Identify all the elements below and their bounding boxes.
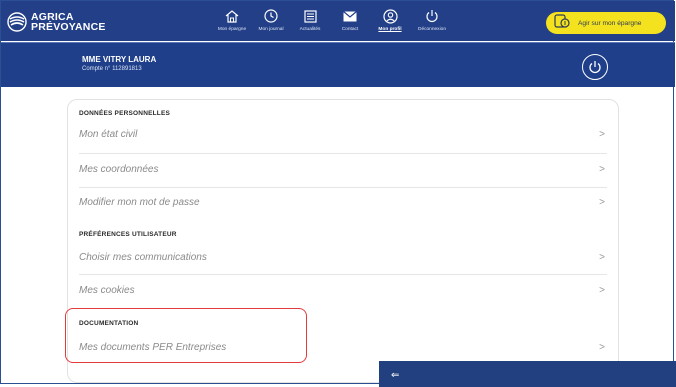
chevron-right-icon: >	[599, 164, 605, 175]
app-frame: AGRICA PRÉVOYANCE Mon épargne Mon journa…	[0, 0, 676, 387]
brand-line-2: PRÉVOYANCE	[31, 21, 106, 33]
cta-label: Agir sur mon épargne	[578, 19, 642, 27]
menu-item-label: Mes coordonnées	[79, 164, 159, 175]
menu-item-label: Mon état civil	[79, 129, 138, 140]
top-navigation-bar: AGRICA PRÉVOYANCE Mon épargne Mon journa…	[1, 1, 675, 41]
agir-sur-mon-epargne-button[interactable]: Agir sur mon épargne	[546, 12, 666, 34]
chevron-right-icon: >	[599, 197, 605, 208]
menu-item-mes-coordonnees[interactable]: Mes coordonnées >	[79, 164, 607, 186]
menu-item-mon-etat-civil[interactable]: Mon état civil >	[79, 129, 607, 151]
section-title-donnees-personnelles: DONNÉES PERSONNELLES	[79, 110, 171, 117]
logout-button[interactable]	[582, 54, 608, 80]
brand-emblem-icon	[7, 12, 27, 32]
menu-item-mes-cookies[interactable]: Mes cookies >	[79, 285, 607, 307]
menu-item-label: Modifier mon mot de passe	[79, 197, 200, 208]
power-icon	[407, 8, 457, 24]
row-separator	[79, 187, 607, 188]
arrow-left-icon[interactable]: ⇐	[391, 370, 399, 381]
user-name: MME VITRY LAURA	[82, 55, 157, 64]
nav-label: Déconnexion	[417, 27, 446, 32]
chevron-right-icon: >	[599, 342, 605, 353]
row-separator	[79, 274, 607, 275]
savings-icon	[554, 13, 570, 33]
menu-item-label: Mes cookies	[79, 285, 135, 296]
account-number: Compte n° 112891813	[82, 66, 142, 72]
menu-item-modifier-mot-de-passe[interactable]: Modifier mon mot de passe >	[79, 197, 607, 219]
menu-item-choisir-communications[interactable]: Choisir mes communications >	[79, 252, 607, 274]
user-banner: MME VITRY LAURA Compte n° 112891813	[1, 43, 675, 87]
chevron-right-icon: >	[599, 285, 605, 296]
brand-logo[interactable]: AGRICA PRÉVOYANCE	[7, 9, 106, 35]
chevron-right-icon: >	[599, 129, 605, 140]
menu-item-label: Choisir mes communications	[79, 252, 207, 263]
chevron-right-icon: >	[599, 252, 605, 263]
power-icon	[589, 61, 601, 74]
row-separator	[79, 153, 607, 154]
side-panel: ⇐	[379, 361, 676, 387]
nav-item-deconnexion[interactable]: Déconnexion	[407, 8, 457, 32]
section-title-preferences-utilisateur: PRÉFÉRENCES UTILISATEUR	[79, 231, 177, 238]
documentation-highlight-box	[65, 308, 307, 363]
